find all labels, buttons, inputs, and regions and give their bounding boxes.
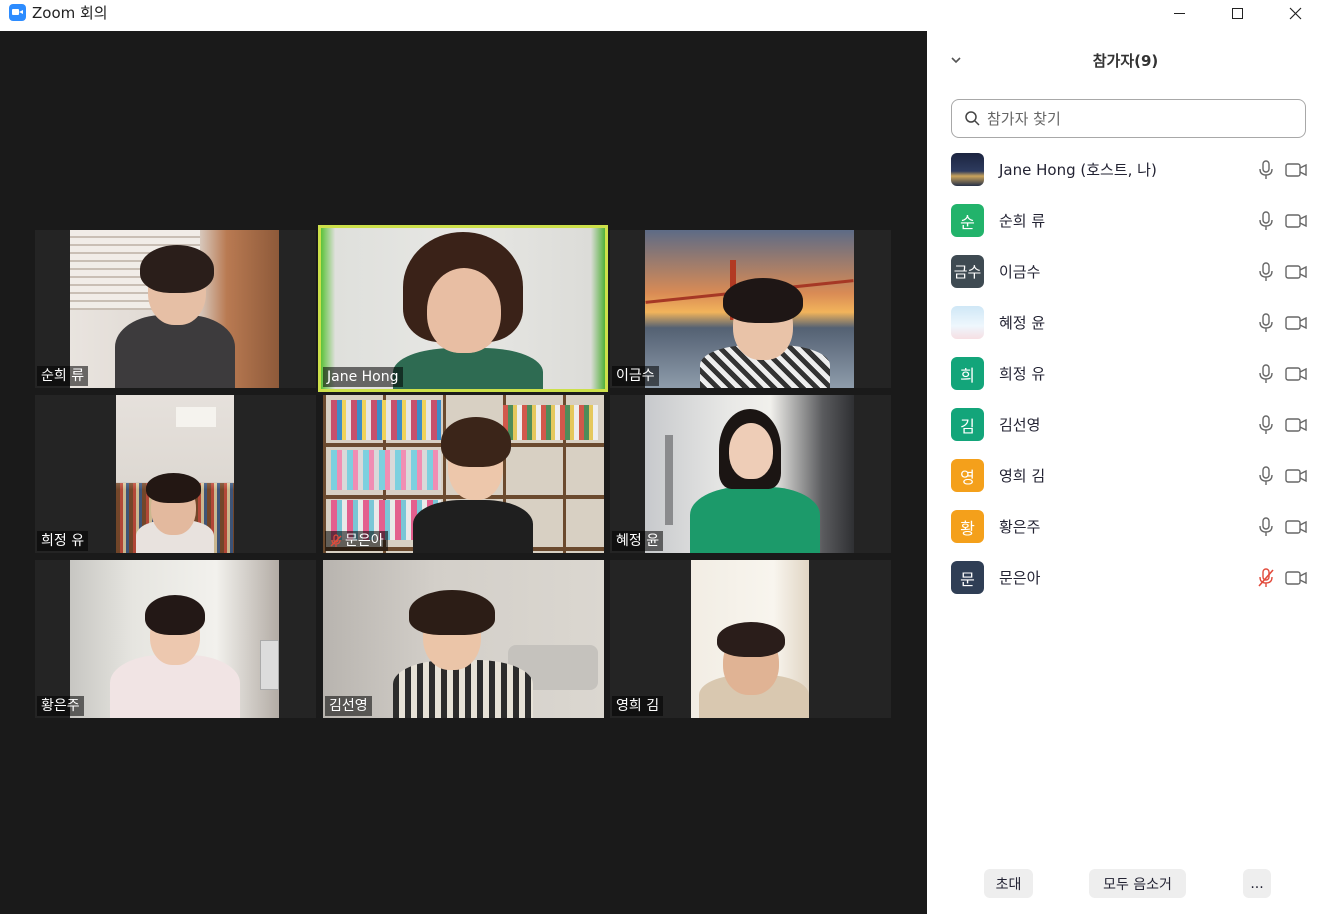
video-tile[interactable]: 문은아	[323, 395, 604, 553]
participant-row[interactable]: 혜정 윤	[927, 297, 1324, 348]
more-button[interactable]: ...	[1243, 869, 1271, 898]
video-tile[interactable]: 황은주	[35, 560, 316, 718]
video-camera-icon[interactable]	[1285, 264, 1307, 280]
video-feed	[116, 395, 234, 553]
mute-all-button[interactable]: 모두 음소거	[1089, 869, 1186, 898]
participant-row[interactable]: Jane Hong (호스트, 나)	[927, 144, 1324, 195]
avatar	[951, 306, 984, 339]
participant-name: 이금수	[999, 263, 1041, 281]
video-tile[interactable]: 김선영	[323, 560, 604, 718]
participant-nametag: 문은아	[325, 531, 388, 551]
video-feed	[70, 230, 279, 388]
video-feed	[691, 560, 809, 718]
video-camera-icon[interactable]	[1285, 213, 1307, 229]
participant-nametag: 혜정 윤	[612, 531, 664, 551]
participant-row[interactable]: 영 영희 김	[927, 450, 1324, 501]
participant-nametag: 희정 유	[37, 531, 89, 551]
close-icon	[1289, 7, 1301, 19]
mic-muted-icon	[330, 534, 342, 547]
video-tile-active-speaker[interactable]: Jane Hong	[318, 225, 608, 392]
video-tile[interactable]: 희정 유	[35, 395, 316, 553]
search-icon	[965, 111, 980, 126]
participant-nametag: 김선영	[325, 696, 372, 716]
search-input[interactable]	[987, 109, 1287, 128]
participants-panel: 참가자(9) Jane Hong (호스트, 나) 순 순희 류금수 이금수혜정 윤희…	[927, 31, 1324, 914]
video-gallery: 순희 류 Jane Hong 이금수 희정 유 문은아 혜정 윤 황은주 김선영…	[0, 31, 927, 914]
invite-button[interactable]: 초대	[984, 869, 1033, 898]
avatar: 순	[951, 204, 984, 237]
avatar	[951, 153, 984, 186]
mic-icon[interactable]	[1257, 363, 1275, 384]
avatar: 희	[951, 357, 984, 390]
video-tile[interactable]: 영희 김	[610, 560, 891, 718]
participant-name: 영희 김	[999, 467, 1046, 485]
video-feed	[645, 395, 854, 553]
video-camera-icon[interactable]	[1285, 570, 1307, 586]
zoom-app-icon	[9, 4, 26, 21]
avatar: 문	[951, 561, 984, 594]
participant-name: Jane Hong (호스트, 나)	[999, 161, 1157, 179]
minimize-button[interactable]	[1150, 0, 1208, 26]
mic-icon[interactable]	[1257, 210, 1275, 231]
participant-row[interactable]: 황 황은주	[927, 501, 1324, 552]
video-feed	[321, 228, 605, 389]
window-title: Zoom 회의	[32, 4, 108, 22]
panel-title: 참가자(9)	[1092, 52, 1159, 70]
mic-icon[interactable]	[1257, 465, 1275, 486]
participant-name: 문은아	[999, 569, 1041, 587]
participant-row[interactable]: 김 김선영	[927, 399, 1324, 450]
participant-row[interactable]: 금수 이금수	[927, 246, 1324, 297]
avatar: 금수	[951, 255, 984, 288]
maximize-button[interactable]	[1208, 0, 1266, 26]
participant-nametag: 이금수	[612, 366, 659, 386]
close-button[interactable]	[1266, 0, 1324, 26]
video-feed	[323, 395, 604, 553]
participant-nametag: 순희 류	[37, 366, 89, 386]
participant-name: 희정 유	[999, 365, 1046, 383]
mic-icon[interactable]	[1257, 261, 1275, 282]
participant-row[interactable]: 순 순희 류	[927, 195, 1324, 246]
participant-nametag: 영희 김	[612, 696, 664, 716]
avatar: 황	[951, 510, 984, 543]
title-bar: Zoom 회의	[0, 0, 1324, 31]
video-tile[interactable]: 혜정 윤	[610, 395, 891, 553]
participant-nametag: Jane Hong	[323, 367, 403, 387]
video-feed	[70, 560, 279, 718]
mic-icon[interactable]	[1257, 414, 1275, 435]
video-tile[interactable]: 순희 류	[35, 230, 316, 388]
participant-search[interactable]	[951, 99, 1306, 138]
minimize-icon	[1173, 12, 1185, 14]
mic-icon[interactable]	[1257, 312, 1275, 333]
participant-row[interactable]: 문 문은아	[927, 552, 1324, 603]
participant-row[interactable]: 희 희정 유	[927, 348, 1324, 399]
participant-nametag: 황은주	[37, 696, 84, 716]
video-tile[interactable]: 이금수	[610, 230, 891, 388]
participant-name: 혜정 윤	[999, 314, 1046, 332]
video-feed	[645, 230, 854, 388]
video-camera-icon[interactable]	[1285, 519, 1307, 535]
video-camera-icon[interactable]	[1285, 468, 1307, 484]
mic-icon[interactable]	[1257, 159, 1275, 180]
participant-name: 황은주	[999, 518, 1041, 536]
participant-name: 김선영	[999, 416, 1041, 434]
participant-name: 순희 류	[999, 212, 1046, 230]
video-camera-icon[interactable]	[1285, 417, 1307, 433]
video-feed	[323, 560, 604, 718]
video-camera-icon[interactable]	[1285, 162, 1307, 178]
mic-muted-icon[interactable]	[1257, 567, 1275, 588]
participant-list: Jane Hong (호스트, 나) 순 순희 류금수 이금수혜정 윤희 희정 유김 김선…	[927, 144, 1324, 603]
avatar: 영	[951, 459, 984, 492]
maximize-icon	[1231, 7, 1243, 19]
video-camera-icon[interactable]	[1285, 315, 1307, 331]
avatar: 김	[951, 408, 984, 441]
mic-icon[interactable]	[1257, 516, 1275, 537]
video-camera-icon[interactable]	[1285, 366, 1307, 382]
